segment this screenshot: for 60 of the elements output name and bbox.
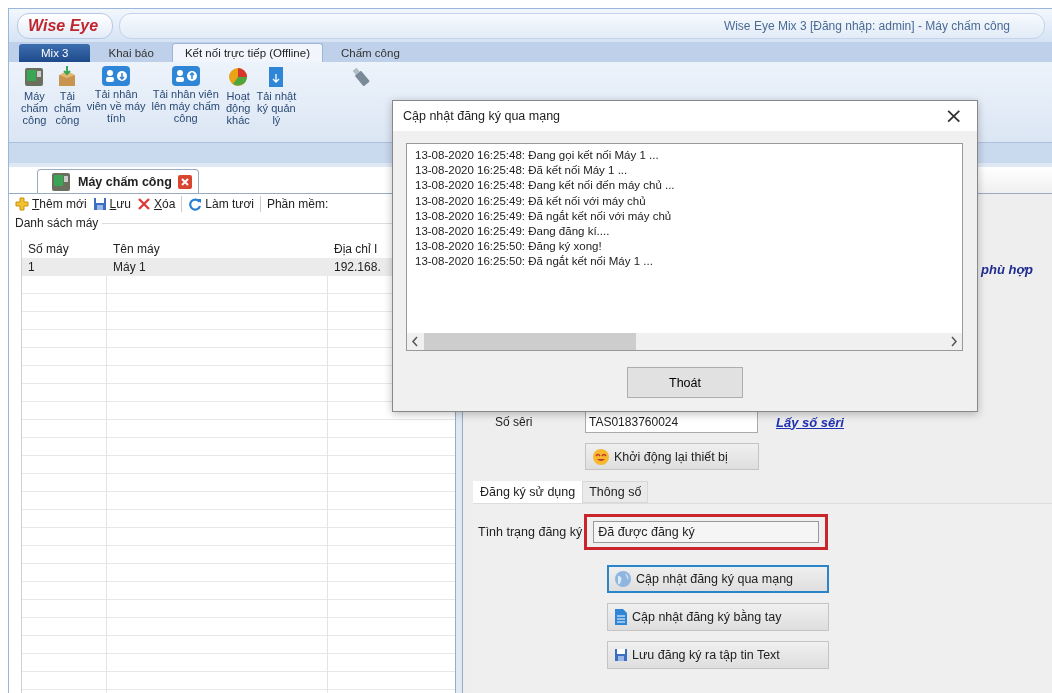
toolbar-button[interactable]: Xóa — [136, 197, 176, 211]
column-header: Địa chỉ I — [334, 242, 378, 256]
close-icon[interactable] — [177, 174, 192, 189]
log-line: 13-08-2020 16:25:50: Đăng ký xong! — [415, 239, 603, 255]
device-icon — [23, 66, 46, 88]
document-icon — [614, 608, 628, 626]
status-field: Đã được đăng ký — [593, 521, 820, 543]
horizontal-scrollbar[interactable] — [407, 333, 962, 350]
save-icon — [92, 197, 107, 211]
ribbon-button[interactable]: Máy chấm công — [21, 66, 48, 126]
log-line: 13-08-2020 16:25:48: Đang kết nối đến máy chủ ... — [415, 178, 676, 194]
sub-tab[interactable]: Thông số — [582, 481, 649, 503]
app-menu-button[interactable]: Mix 3 — [19, 44, 91, 62]
users-upload-icon — [171, 66, 200, 86]
ribbon-button[interactable]: Hoạt động khác — [226, 66, 251, 126]
log-line: 13-08-2020 16:25:49: Đã ngắt kết nối với máy chủ — [415, 208, 673, 224]
field-label: Số sêri — [495, 415, 534, 429]
log-line: 13-08-2020 16:25:48: Đã kết nối Máy 1 ... — [415, 163, 629, 179]
toolbar-button[interactable]: Thêm mới — [15, 197, 87, 211]
dialog-title: Cập nhật đăng ký qua mạng — [403, 109, 561, 123]
ribbon-tab[interactable]: Kết nối trực tiếp (Offline) — [171, 43, 323, 62]
exit-button[interactable]: Thoát — [627, 367, 743, 398]
column-header: Tên máy — [113, 242, 160, 256]
log-line: 13-08-2020 16:25:49: Đang đăng kí.... — [415, 224, 611, 239]
action-button[interactable]: Cập nhật đăng ký bằng tay — [607, 603, 829, 631]
device-icon — [50, 170, 72, 193]
file-download-icon — [268, 66, 285, 88]
ribbon-tab[interactable]: Khai báo — [96, 44, 166, 62]
plus-icon — [15, 197, 29, 211]
group-title: Danh sách máy — [15, 216, 99, 230]
ribbon-button[interactable]: Tải nhân viên về máy tính — [86, 66, 146, 124]
app-logo: Wise Eye — [17, 12, 114, 39]
toolbar-button[interactable]: Làm tươi — [188, 197, 254, 211]
sub-tab[interactable]: Đăng ký sử dụng — [473, 481, 583, 503]
document-tab[interactable]: Máy chấm công — [37, 169, 199, 193]
ribbon-button[interactable]: Tải chấm công — [53, 66, 81, 126]
tab-label: Máy chấm công — [78, 174, 172, 189]
smiley-icon — [592, 447, 610, 466]
ribbon-tab[interactable]: Chấm công — [329, 44, 412, 62]
serial-field[interactable]: TAS0183760024 — [585, 411, 758, 433]
pie-chart-icon — [227, 66, 250, 88]
save-icon — [614, 648, 628, 662]
restart-button[interactable]: Khởi động lại thiết bị — [585, 443, 759, 470]
delete-icon — [136, 197, 151, 211]
refresh-icon — [188, 197, 203, 211]
field-label: Tình trạng đăng ký — [478, 525, 583, 539]
get-serial-link[interactable]: Lấy số sêri — [776, 414, 844, 430]
column-header: Số máy — [28, 242, 69, 256]
action-button[interactable]: Lưu đăng ký ra tập tin Text — [607, 641, 829, 669]
software-label: Phần mềm: — [266, 197, 329, 211]
close-button[interactable]: × — [938, 104, 969, 128]
ribbon-button[interactable]: Tải nhân viên lên máy chấm công — [151, 66, 220, 124]
users-download-icon — [102, 66, 131, 86]
toolbar-button[interactable]: Lưu — [92, 197, 131, 211]
log-line: 13-08-2020 16:25:48: Đang gọi kết nối Máy 1 ... — [415, 148, 660, 163]
window-title: Wise Eye Mix 3 [Đăng nhập: admin] - Máy chấm công — [723, 18, 1010, 33]
hint-text: phù hợp — [981, 262, 1034, 277]
action-button[interactable]: Cập nhật đăng ký qua mạng — [607, 565, 829, 593]
log-line: 13-08-2020 16:25:49: Đã kết nối với máy chủ — [415, 193, 647, 209]
ribbon-button[interactable]: Tải nhật ký quản lý — [256, 66, 297, 126]
